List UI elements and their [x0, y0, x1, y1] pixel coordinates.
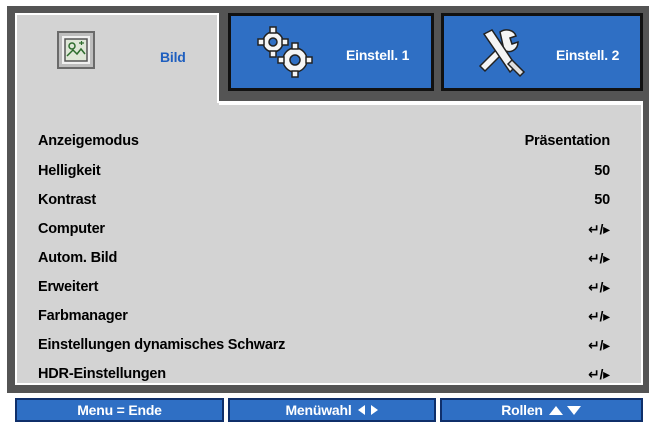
menu-item-label: Computer	[38, 221, 105, 237]
menu-item-label: Anzeigemodus	[38, 133, 139, 149]
menu-item-label: HDR-Einstellungen	[38, 366, 166, 382]
picture-settings-icon	[57, 31, 95, 69]
menu-item-autom-bild[interactable]: Autom. Bild ↵/▸	[38, 247, 610, 269]
menu-item-label: Erweitert	[38, 279, 99, 295]
menu-item-farbmanager[interactable]: Farbmanager ↵/▸	[38, 305, 610, 327]
tab-bild-label: Bild	[160, 49, 186, 65]
menu-item-kontrast[interactable]: Kontrast 50	[38, 189, 610, 211]
menu-item-helligkeit[interactable]: Helligkeit 50	[38, 160, 610, 182]
menu-item-value: 50	[594, 192, 610, 208]
enter-arrow-icon: ↵/▸	[587, 307, 610, 324]
footer-menu-select-hint: Menüwahl	[228, 398, 436, 422]
menu-item-label: Einstellungen dynamisches Schwarz	[38, 337, 286, 353]
up-down-arrows-icon	[548, 404, 582, 416]
menu-item-label: Kontrast	[38, 192, 97, 208]
enter-arrow-icon: ↵/▸	[587, 249, 610, 266]
enter-arrow-icon: ↵/▸	[587, 220, 610, 237]
menu-item-value: 50	[594, 163, 610, 179]
panel-divider	[219, 101, 643, 105]
footer-menu-exit-label: Menu = Ende	[77, 402, 162, 418]
footer-menu-exit-hint: Menu = Ende	[15, 398, 224, 422]
menu-item-dynamisches-schwarz[interactable]: Einstellungen dynamisches Schwarz ↵/▸	[38, 334, 610, 356]
menu-item-label: Autom. Bild	[38, 250, 118, 266]
menu-item-label: Helligkeit	[38, 163, 101, 179]
menu-item-value: Präsentation	[524, 133, 611, 149]
footer-scroll-hint: Rollen	[440, 398, 643, 422]
footer-scroll-label: Rollen	[501, 402, 543, 418]
tab-einstell-2-label: Einstell. 2	[556, 47, 620, 63]
enter-arrow-icon: ↵/▸	[587, 278, 610, 295]
enter-arrow-icon: ↵/▸	[587, 336, 610, 353]
menu-item-anzeigemodus[interactable]: Anzeigemodus Präsentation	[38, 130, 610, 152]
tools-icon	[472, 26, 528, 83]
left-right-arrows-icon	[357, 404, 379, 416]
footer-menu-select-label: Menüwahl	[285, 402, 352, 418]
tab-einstell-2[interactable]: Einstell. 2	[441, 13, 643, 91]
menu-item-computer[interactable]: Computer ↵/▸	[38, 218, 610, 240]
menu-item-erweitert[interactable]: Erweitert ↵/▸	[38, 276, 610, 298]
tab-einstell-1[interactable]: Einstell. 1	[228, 13, 434, 91]
tab-einstell-1-label: Einstell. 1	[346, 47, 410, 63]
gears-icon	[255, 26, 315, 85]
tab-bild[interactable]: Bild	[15, 13, 219, 105]
enter-arrow-icon: ↵/▸	[587, 365, 610, 382]
menu-item-hdr-einstellungen[interactable]: HDR-Einstellungen ↵/▸	[38, 363, 610, 385]
menu-item-label: Farbmanager	[38, 308, 128, 324]
